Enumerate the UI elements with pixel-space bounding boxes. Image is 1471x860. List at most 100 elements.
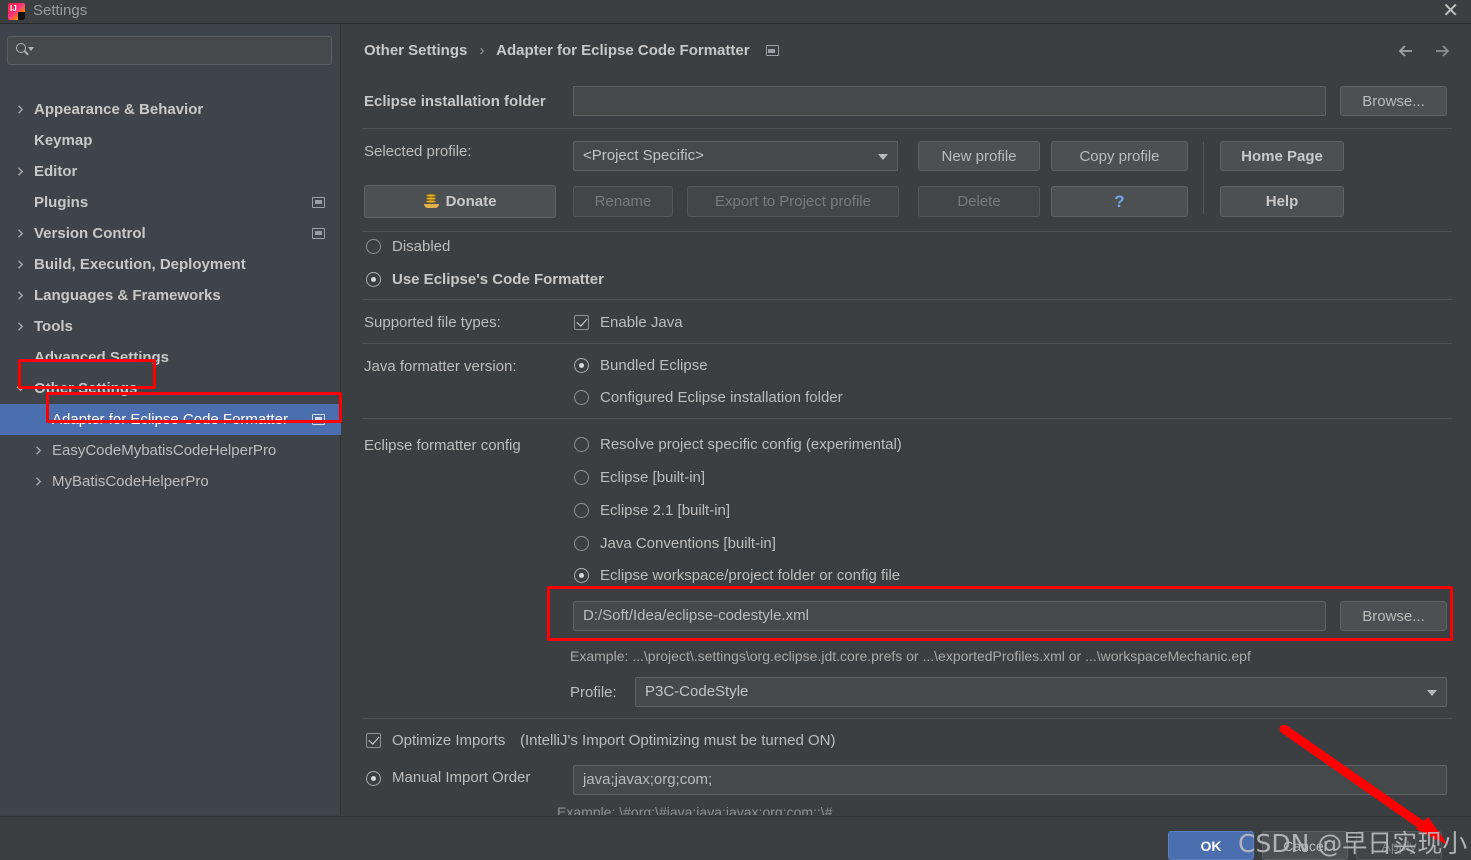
divider [362, 718, 1452, 719]
sidebar-item-label: MyBatisCodeHelperPro [52, 473, 209, 490]
sidebar-item-label: EasyCodeMybatisCodeHelperPro [52, 442, 277, 459]
sidebar-item-easycodemybatiscodehelperpro[interactable]: EasyCodeMybatisCodeHelperPro [0, 435, 341, 466]
eclipse-install-browse-button[interactable]: Browse... [1340, 86, 1447, 116]
radio-resolve-project-specific-config[interactable] [574, 437, 589, 452]
divider [362, 128, 1452, 129]
radio-eclipse-builtin[interactable] [574, 470, 589, 485]
radio-eclipse-21-builtin-label: Eclipse 2.1 [built-in] [600, 502, 731, 519]
sidebar-item-label: Tools [34, 318, 73, 335]
sidebar-item-label: Editor [34, 163, 78, 180]
arrow-right-icon[interactable] [1429, 38, 1455, 64]
formatter-config-example: Example: ...\project\.settings\org.eclip… [570, 648, 1251, 664]
divider [362, 343, 1452, 344]
checkbox-enable-java-label: Enable Java [600, 314, 683, 331]
breadcrumb: Other Settings › Adapter for Eclipse Cod… [364, 42, 779, 59]
navigation-arrows [1393, 38, 1455, 64]
settings-tree: Appearance & Behavior Keymap Editor Plug… [0, 94, 341, 497]
sidebar-item-appearance-behavior[interactable]: Appearance & Behavior [0, 94, 341, 125]
breadcrumb-current: Adapter for Eclipse Code Formatter [496, 42, 750, 59]
new-profile-button[interactable]: New profile [918, 141, 1040, 171]
chevron-down-icon [878, 154, 888, 160]
export-to-project-profile-button[interactable]: Export to Project profile [687, 186, 899, 217]
sidebar-item-label: Languages & Frameworks [34, 287, 221, 304]
breadcrumb-parent[interactable]: Other Settings [364, 42, 467, 59]
chevron-right-icon [34, 476, 43, 486]
chevron-right-icon [34, 445, 43, 455]
profile-value: P3C-CodeStyle [645, 683, 749, 700]
radio-use-eclipse-formatter-label: Use Eclipse's Code Formatter [392, 271, 604, 288]
radio-eclipse-21-builtin[interactable] [574, 503, 589, 518]
donate-label: Donate [445, 193, 497, 210]
checkbox-enable-java[interactable] [574, 315, 589, 330]
radio-bundled-eclipse[interactable] [574, 358, 589, 373]
settings-main-panel: Other Settings › Adapter for Eclipse Cod… [342, 24, 1471, 815]
manual-import-order-input[interactable]: java;javax;org;com; [573, 765, 1447, 795]
sidebar-item-label: Advanced Settings [34, 349, 170, 366]
arrow-left-icon[interactable] [1393, 38, 1419, 64]
radio-configured-eclipse-folder[interactable] [574, 390, 589, 405]
search-input[interactable] [7, 36, 332, 65]
sidebar-item-label: Version Control [34, 225, 146, 242]
delete-button[interactable]: Delete [918, 186, 1040, 217]
sidebar-item-keymap[interactable]: Keymap [0, 125, 341, 156]
chevron-right-icon [16, 166, 25, 176]
checkbox-optimize-imports[interactable] [366, 733, 381, 748]
vertical-divider [1203, 142, 1204, 214]
divider [362, 231, 1452, 232]
sidebar-item-adapter-for-eclipse-code-formatter[interactable]: Adapter for Eclipse Code Formatter [0, 404, 341, 435]
intellij-idea-logo-icon [8, 3, 25, 20]
radio-eclipse-builtin-label: Eclipse [built-in] [600, 469, 706, 486]
window-title: Settings [33, 2, 88, 19]
eclipse-install-label: Eclipse installation folder [364, 93, 546, 110]
sidebar-item-tools[interactable]: Tools [0, 311, 341, 342]
sidebar-item-label: Plugins [34, 194, 89, 211]
radio-disabled[interactable] [366, 239, 381, 254]
selected-profile-label: Selected profile: [364, 143, 472, 160]
donate-coins-icon [423, 194, 439, 209]
sidebar-item-version-control[interactable]: Version Control [0, 218, 341, 249]
radio-java-conventions-builtin[interactable] [574, 536, 589, 551]
sidebar-item-editor[interactable]: Editor [0, 156, 341, 187]
rename-button[interactable]: Rename [573, 186, 673, 217]
profile-label: Profile: [570, 684, 617, 701]
home-page-button[interactable]: Home Page [1220, 141, 1344, 171]
chevron-down-icon [16, 384, 25, 393]
search-field-wrapper[interactable] [7, 36, 332, 65]
project-scope-icon [312, 227, 325, 239]
radio-disabled-label: Disabled [392, 238, 451, 255]
radio-manual-import-order[interactable] [366, 771, 381, 786]
project-scope-icon [765, 45, 779, 56]
sidebar-item-label: Other Settings [34, 380, 138, 397]
sidebar-item-label: Build, Execution, Deployment [34, 256, 246, 273]
close-icon[interactable]: ✕ [1442, 0, 1459, 22]
radio-manual-import-order-label: Manual Import Order [392, 769, 531, 786]
formatter-config-path-input[interactable]: D:/Soft/Idea/eclipse-codestyle.xml [573, 601, 1326, 631]
settings-sidebar: Appearance & Behavior Keymap Editor Plug… [0, 24, 341, 815]
search-icon [16, 43, 34, 56]
sidebar-item-build-execution-deployment[interactable]: Build, Execution, Deployment [0, 249, 341, 280]
project-scope-icon [312, 196, 325, 208]
donate-button[interactable]: Donate [364, 185, 556, 218]
eclipse-install-input[interactable] [573, 86, 1326, 116]
sidebar-item-other-settings[interactable]: Other Settings [0, 373, 341, 404]
supported-file-types-label: Supported file types: [364, 314, 501, 331]
radio-eclipse-workspace-or-config-file[interactable] [574, 568, 589, 583]
chevron-right-icon [16, 321, 25, 331]
sidebar-item-mybatiscodehelperpro[interactable]: MyBatisCodeHelperPro [0, 466, 341, 497]
sidebar-item-advanced-settings[interactable]: Advanced Settings [0, 342, 341, 373]
question-help-button[interactable]: ? [1051, 186, 1188, 217]
sidebar-item-languages-frameworks[interactable]: Languages & Frameworks [0, 280, 341, 311]
help-button[interactable]: Help [1220, 186, 1344, 217]
formatter-config-browse-button[interactable]: Browse... [1340, 601, 1447, 631]
sidebar-item-plugins[interactable]: Plugins [0, 187, 341, 218]
chevron-down-icon [1427, 690, 1437, 696]
divider [362, 418, 1452, 419]
radio-use-eclipse-formatter[interactable] [366, 272, 381, 287]
chevron-right-icon [16, 259, 25, 269]
sidebar-item-label: Appearance & Behavior [34, 101, 204, 118]
copy-profile-button[interactable]: Copy profile [1051, 141, 1188, 171]
formatter-config-label: Eclipse formatter config [364, 437, 521, 454]
selected-profile-combo[interactable]: <Project Specific> [573, 141, 898, 171]
profile-combo[interactable]: P3C-CodeStyle [635, 677, 1447, 707]
radio-configured-eclipse-folder-label: Configured Eclipse installation folder [600, 389, 843, 406]
